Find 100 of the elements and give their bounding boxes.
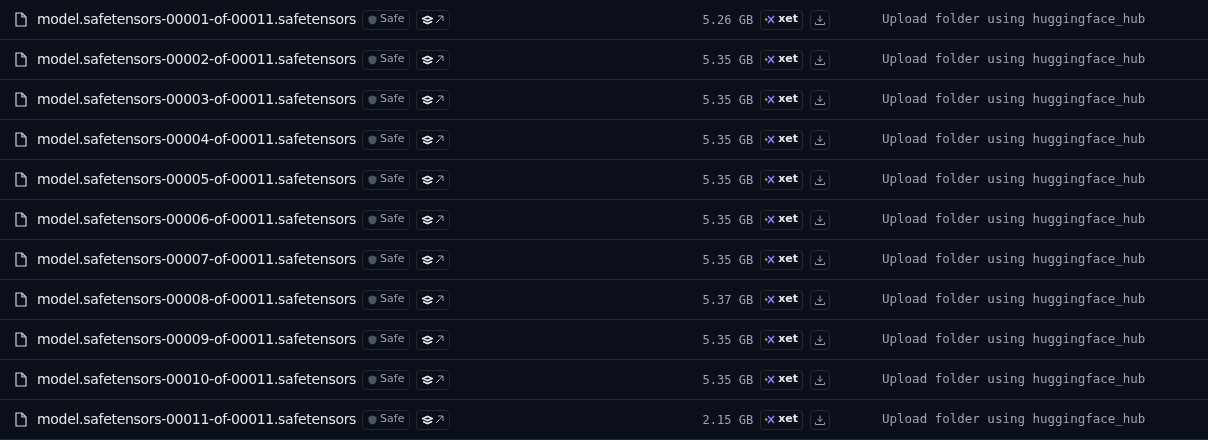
safe-badge: Safe [362,409,411,430]
download-button[interactable] [810,329,830,350]
layers-icon [422,414,434,425]
file-size: 5.35 GB [702,131,754,149]
xet-logo-icon [765,15,776,24]
layers-icon [422,134,434,145]
download-button[interactable] [810,209,830,230]
layers-button[interactable] [416,129,451,150]
file-name-link[interactable]: model.safetensors-00004-of-00011.safetensors [37,129,357,150]
xet-badge: xet [760,329,803,350]
file-name-link[interactable]: model.safetensors-00002-of-00011.safetensors [37,49,357,70]
commit-message-link[interactable]: Upload folder using huggingface_hub [882,90,1176,109]
commit-message-link[interactable]: Upload folder using huggingface_hub [882,210,1176,229]
file-name-link[interactable]: model.safetensors-00009-of-00011.safetensors [37,329,357,350]
xet-logo-icon [765,215,776,224]
file-icon [15,132,27,147]
download-button[interactable] [810,169,830,190]
file-name-link[interactable]: model.safetensors-00003-of-00011.safetensors [37,89,357,110]
xet-badge: xet [760,369,803,390]
file-name-link[interactable]: model.safetensors-00006-of-00011.safetensors [37,209,357,230]
file-size: 5.35 GB [702,371,754,389]
download-button[interactable] [810,9,830,30]
download-icon [815,374,825,385]
file-icon [15,332,27,347]
shield-icon [368,214,378,225]
xet-badge: xet [760,129,803,150]
download-button[interactable] [810,249,830,270]
commit-message-link[interactable]: Upload folder using huggingface_hub [882,290,1176,309]
xet-badge: xet [760,249,803,270]
layers-button[interactable] [416,329,451,350]
download-button[interactable] [810,49,830,70]
safe-badge: Safe [362,169,411,190]
file-icon [15,212,27,227]
layers-icon [422,54,434,65]
xet-badge: xet [760,289,803,310]
layers-icon [422,334,434,345]
file-name-link[interactable]: model.safetensors-00011-of-00011.safetensors [37,409,357,430]
safe-badge: Safe [362,129,411,150]
commit-message-link[interactable]: Upload folder using huggingface_hub [882,410,1176,429]
safe-badge: Safe [362,329,411,350]
layers-button[interactable] [416,369,451,390]
download-button[interactable] [810,289,830,310]
file-size: 5.35 GB [702,171,754,189]
commit-message-link[interactable]: Upload folder using huggingface_hub [882,130,1176,149]
file-name-link[interactable]: model.safetensors-00005-of-00011.safetensors [37,169,357,190]
layers-icon [422,174,434,185]
file-size: 5.35 GB [702,51,754,69]
download-button[interactable] [810,89,830,110]
xet-logo-icon [765,415,776,424]
shield-icon [368,174,378,185]
commit-message-link[interactable]: Upload folder using huggingface_hub [882,370,1176,389]
layers-button[interactable] [416,89,451,110]
layers-button[interactable] [416,289,451,310]
file-name-link[interactable]: model.safetensors-00008-of-00011.safetensors [37,289,357,310]
layers-button[interactable] [416,169,451,190]
commit-message-link[interactable]: Upload folder using huggingface_hub [882,330,1176,349]
file-icon [15,252,27,267]
external-arrow-icon [435,15,445,24]
commit-message-link[interactable]: Upload folder using huggingface_hub [882,50,1176,69]
xet-logo-icon [765,375,776,384]
external-arrow-icon [435,335,445,344]
commit-message-link[interactable]: Upload folder using huggingface_hub [882,170,1176,189]
download-icon [815,254,825,265]
file-size: 5.35 GB [702,91,754,109]
external-arrow-icon [435,255,445,264]
layers-button[interactable] [416,409,451,430]
commit-message-link[interactable]: Upload folder using huggingface_hub [882,10,1176,29]
file-icon [15,372,27,387]
external-arrow-icon [435,215,445,224]
safe-badge: Safe [362,49,411,70]
layers-icon [422,14,434,25]
layers-button[interactable] [416,49,451,70]
safe-badge: Safe [362,249,411,270]
file-icon [15,292,27,307]
commit-message-link[interactable]: Upload folder using huggingface_hub [882,250,1176,269]
layers-button[interactable] [416,209,451,230]
layers-button[interactable] [416,249,451,270]
safe-badge: Safe [362,9,411,30]
file-size: 5.35 GB [702,331,754,349]
shield-icon [368,374,378,385]
file-icon [15,12,27,27]
file-icon [15,52,27,67]
file-name-link[interactable]: model.safetensors-00001-of-00011.safetensors [37,9,357,30]
download-button[interactable] [810,369,830,390]
file-size: 5.37 GB [702,291,754,309]
shield-icon [368,254,378,265]
download-button[interactable] [810,409,830,430]
shield-icon [368,334,378,345]
layers-button[interactable] [416,9,451,30]
external-arrow-icon [435,175,445,184]
file-size: 5.35 GB [702,251,754,269]
download-button[interactable] [810,129,830,150]
xet-badge: xet [760,89,803,110]
file-size: 5.26 GB [702,11,754,29]
safe-badge: Safe [362,89,411,110]
external-arrow-icon [435,375,445,384]
download-icon [815,54,825,65]
file-name-link[interactable]: model.safetensors-00007-of-00011.safetensors [37,249,357,270]
xet-badge: xet [760,9,803,30]
file-name-link[interactable]: model.safetensors-00010-of-00011.safetensors [37,369,357,390]
